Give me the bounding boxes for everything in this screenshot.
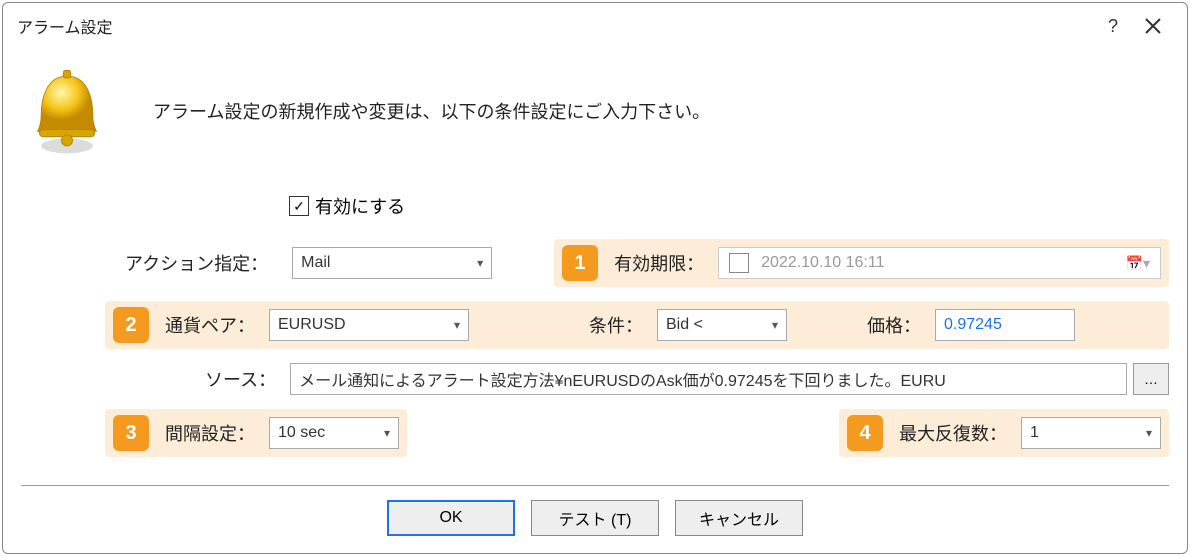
row-source: ソース： メール通知によるアラート設定方法¥nEURUSDのAsk価が0.972… [21,363,1169,395]
expiry-hl: 1 有効期限： 2022.10.10 16:11 📅▾ [554,239,1169,287]
interval-hl: 3 間隔設定： 10 sec ▾ [105,409,407,457]
enable-label: 有効にする [315,193,405,219]
expiry-label: 有効期限： [614,250,704,276]
ok-button[interactable]: OK [387,500,515,536]
price-input[interactable]: 0.97245 [935,309,1075,341]
condition-value: Bid < [666,316,703,334]
intro-text: アラーム設定の新規作成や変更は、以下の条件設定にご入力下さい。 [153,98,710,124]
enable-checkbox[interactable]: ✓ [289,196,309,216]
interval-label: 間隔設定： [165,420,255,446]
help-button[interactable]: ? [1093,11,1133,41]
pair-label: 通貨ペア： [165,312,255,338]
expiry-field[interactable]: 2022.10.10 16:11 📅▾ [718,247,1161,279]
ok-label: OK [439,509,462,527]
action-label: アクション指定： [125,250,268,276]
maxrepeat-value: 1 [1030,424,1039,442]
action-value: Mail [301,254,330,272]
cancel-button[interactable]: キャンセル [675,500,803,536]
row-pair-cond-price: 2 通貨ペア： EURUSD ▾ 条件： Bid < ▾ 価格： 0.97245 [21,301,1169,349]
interval-value: 10 sec [278,424,325,442]
close-icon [1144,17,1162,35]
source-value: メール通知によるアラート設定方法¥nEURUSDのAsk価が0.97245を下回… [299,367,946,391]
step-badge-2: 2 [113,307,149,343]
step-badge-1: 1 [562,245,598,281]
chevron-down-icon: ▾ [1146,426,1152,440]
divider [21,485,1169,486]
form-area: ✓ 有効にする アクション指定： Mail ▾ 1 有効期限： 2022.10.… [21,193,1169,457]
cancel-label: キャンセル [699,506,779,530]
content-area: アラーム設定の新規作成や変更は、以下の条件設定にご入力下さい。 ✓ 有効にする … [3,45,1187,556]
step-badge-4: 4 [847,415,883,451]
row-interval-repeat: 3 間隔設定： 10 sec ▾ 4 最大反復数： 1 ▾ [21,409,1169,457]
condition-label: 条件： [589,312,643,338]
source-input[interactable]: メール通知によるアラート設定方法¥nEURUSDのAsk価が0.97245を下回… [290,363,1127,395]
test-label: テスト (T) [559,506,632,530]
button-row: OK テスト (T) キャンセル [21,500,1169,556]
test-button[interactable]: テスト (T) [531,500,659,536]
interval-select[interactable]: 10 sec ▾ [269,417,399,449]
window-title: アラーム設定 [17,14,1093,38]
intro-row: アラーム設定の新規作成や変更は、以下の条件設定にご入力下さい。 [21,65,1169,157]
bell-icon [21,65,113,157]
pair-hl: 2 通貨ペア： EURUSD ▾ 条件： Bid < ▾ 価格： 0.97245 [105,301,1169,349]
source-label: ソース： [205,366,276,392]
calendar-icon[interactable]: 📅▾ [1126,255,1150,272]
row-action-expiry: アクション指定： Mail ▾ 1 有効期限： 2022.10.10 16:11… [21,239,1169,287]
close-button[interactable] [1133,11,1173,41]
expiry-value: 2022.10.10 16:11 [761,254,884,272]
maxrepeat-hl: 4 最大反復数： 1 ▾ [839,409,1169,457]
ellipsis-icon: … [1144,371,1158,387]
expiry-enable-checkbox[interactable] [729,253,749,273]
condition-select[interactable]: Bid < ▾ [657,309,787,341]
pair-select[interactable]: EURUSD ▾ [269,309,469,341]
enable-row: ✓ 有効にする [289,193,1169,219]
step-badge-3: 3 [113,415,149,451]
action-select[interactable]: Mail ▾ [292,247,492,279]
chevron-down-icon: ▾ [384,426,390,440]
source-browse-button[interactable]: … [1133,363,1169,395]
titlebar: アラーム設定 ? [3,3,1187,45]
price-label: 価格： [867,312,921,338]
dialog-window: アラーム設定 ? [2,2,1188,554]
maxrepeat-label: 最大反復数： [899,420,1007,446]
pair-value: EURUSD [278,316,346,334]
maxrepeat-select[interactable]: 1 ▾ [1021,417,1161,449]
chevron-down-icon: ▾ [454,318,460,332]
chevron-down-icon: ▾ [772,318,778,332]
price-value: 0.97245 [944,316,1002,334]
chevron-down-icon: ▾ [477,256,483,270]
